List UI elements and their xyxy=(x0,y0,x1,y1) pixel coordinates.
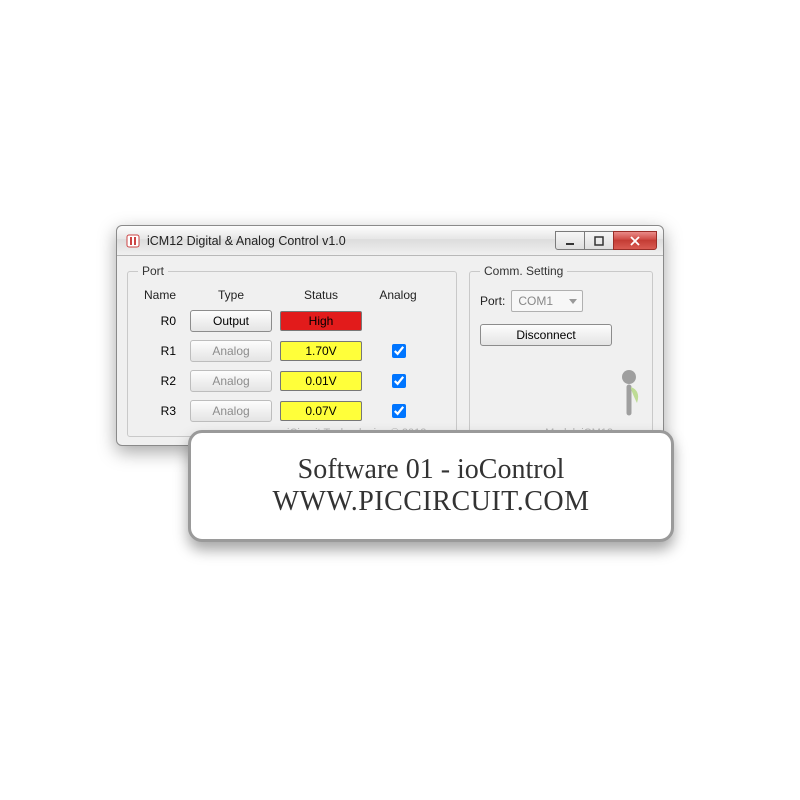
port-value: COM1 xyxy=(518,294,553,308)
caption-line1: Software 01 - ioControl xyxy=(298,454,565,486)
port-status: 0.01V xyxy=(280,371,362,391)
app-icon xyxy=(125,233,141,249)
port-name: R0 xyxy=(138,314,182,328)
port-type-button: Analog xyxy=(190,370,272,392)
port-header: Name Type Status Analog xyxy=(138,288,446,302)
maximize-button[interactable] xyxy=(584,231,614,250)
port-type-button[interactable]: Output xyxy=(190,310,272,332)
analog-cell xyxy=(370,401,426,421)
port-status: 0.07V xyxy=(280,401,362,421)
port-status: 1.70V xyxy=(280,341,362,361)
caption-card: Software 01 - ioControl WWW.PICCIRCUIT.C… xyxy=(188,430,674,542)
port-name: R1 xyxy=(138,344,182,358)
port-row: R0 Output High xyxy=(138,310,446,332)
port-name: R3 xyxy=(138,404,182,418)
col-status: Status xyxy=(280,288,362,302)
port-row: R2 Analog 0.01V xyxy=(138,370,446,392)
minimize-button[interactable] xyxy=(555,231,585,250)
client-area: Port Name Type Status Analog R0 Output Hig… xyxy=(117,256,663,445)
port-status: High xyxy=(280,311,362,331)
port-type-button: Analog xyxy=(190,400,272,422)
port-group: Port Name Type Status Analog R0 Output Hig… xyxy=(127,264,457,437)
analog-checkbox[interactable] xyxy=(392,374,406,388)
analog-checkbox[interactable] xyxy=(392,344,406,358)
port-label: Port: xyxy=(480,294,505,308)
port-row: R1 Analog 1.70V xyxy=(138,340,446,362)
analog-checkbox[interactable] xyxy=(392,404,406,418)
disconnect-button[interactable]: Disconnect xyxy=(480,324,612,346)
port-row: R3 Analog 0.07V xyxy=(138,400,446,422)
caption-line2: WWW.PICCIRCUIT.COM xyxy=(273,486,590,518)
col-analog: Analog xyxy=(370,288,426,302)
analog-cell xyxy=(370,371,426,391)
port-legend: Port xyxy=(138,264,168,278)
app-window: iCM12 Digital & Analog Control v1.0 Port… xyxy=(116,225,664,446)
col-type: Type xyxy=(190,288,272,302)
titlebar[interactable]: iCM12 Digital & Analog Control v1.0 xyxy=(117,226,663,256)
brand-logo-icon xyxy=(615,369,645,417)
comm-port-row: Port: COM1 xyxy=(480,290,642,312)
close-button[interactable] xyxy=(613,231,657,250)
col-name: Name xyxy=(138,288,182,302)
port-name: R2 xyxy=(138,374,182,388)
analog-cell xyxy=(370,341,426,361)
port-type-button: Analog xyxy=(190,340,272,362)
window-title: iCM12 Digital & Analog Control v1.0 xyxy=(147,234,556,248)
comm-legend: Comm. Setting xyxy=(480,264,567,278)
port-combobox[interactable]: COM1 xyxy=(511,290,583,312)
window-controls xyxy=(556,231,657,250)
